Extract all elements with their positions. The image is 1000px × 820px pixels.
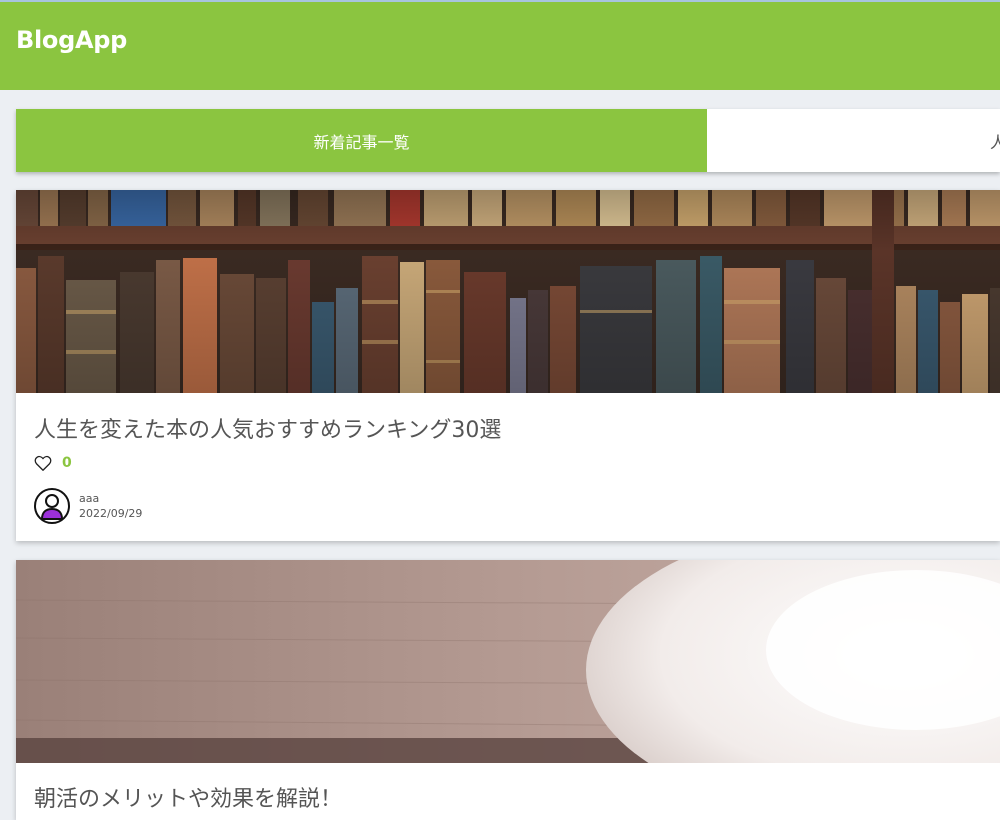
tab-secondary[interactable]: 人 [707, 109, 1000, 172]
like-area: 0 [34, 455, 72, 471]
post-title[interactable]: 朝活のメリットや効果を解説！ [34, 781, 342, 813]
post-author: aaa 2022/09/29 [34, 488, 142, 524]
post-thumbnail-coffee [16, 560, 1000, 763]
like-count: 0 [62, 455, 72, 471]
post-card[interactable]: 朝活のメリットや効果を解説！ [16, 560, 1000, 820]
tab-label: 新着記事一覧 [313, 132, 410, 152]
heart-icon[interactable] [34, 455, 52, 471]
tab-new-posts[interactable]: 新着記事一覧 [16, 109, 707, 172]
post-card[interactable]: 人生を変えた本の人気おすすめランキング30選 0 aaa 2022/09/29 [16, 190, 1000, 541]
post-thumbnail-bookshelf [16, 190, 1000, 393]
avatar[interactable] [34, 488, 70, 524]
author-name: aaa [79, 492, 100, 505]
brand-logo[interactable]: BlogApp [16, 26, 127, 54]
app-header: BlogApp [0, 0, 1000, 90]
tab-bar: 新着記事一覧 人 [16, 109, 1000, 172]
tab-label: 人 [989, 132, 1000, 152]
post-date: 2022/09/29 [79, 507, 143, 520]
post-title[interactable]: 人生を変えた本の人気おすすめランキング30選 [34, 412, 501, 444]
